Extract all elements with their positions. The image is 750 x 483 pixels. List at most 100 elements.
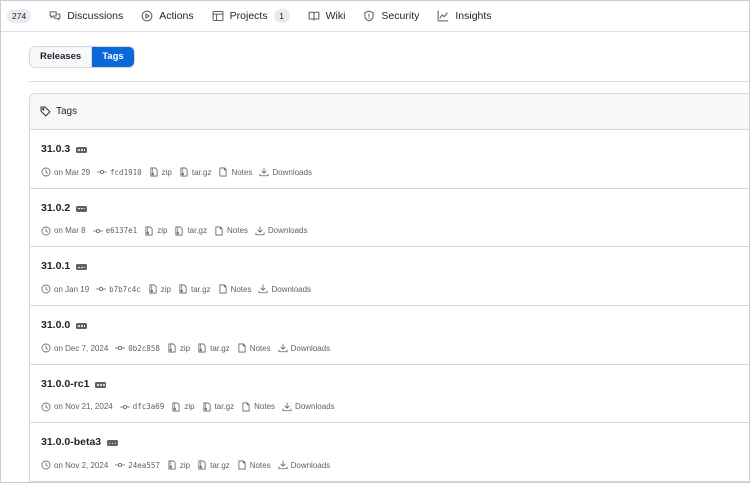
tag-icon	[40, 106, 51, 117]
tag-meta: on Nov 21, 2024 dfc3a69 zip tar.gz Notes…	[41, 402, 342, 412]
notes-link[interactable]: Notes	[218, 284, 252, 294]
targz-download-link[interactable]: tar.gz	[197, 460, 230, 470]
targz-download-link[interactable]: tar.gz	[179, 167, 211, 177]
zip-download-link[interactable]: zip	[167, 460, 190, 470]
targz-download-link[interactable]: tar.gz	[197, 343, 230, 353]
targz-label: tar.gz	[214, 402, 235, 412]
notes-label: Notes	[230, 284, 252, 294]
book-icon	[308, 11, 319, 21]
download-icon	[259, 167, 269, 177]
more-options-button[interactable]	[76, 205, 88, 212]
downloads-link[interactable]: Downloads	[259, 167, 312, 177]
download-icon	[255, 226, 265, 235]
nav-label: Actions	[159, 10, 194, 22]
downloads-link[interactable]: Downloads	[278, 460, 330, 470]
tag-title: 31.0.0-beta3	[41, 436, 119, 448]
tag-meta: on Dec 7, 2024 0b2c858 zip tar.gz Notes …	[41, 343, 337, 353]
file-zip-icon	[198, 343, 206, 353]
tag-title: 31.0.0	[41, 319, 88, 331]
notes-link[interactable]: Notes	[214, 226, 248, 236]
nav-label: Wiki	[325, 10, 346, 22]
zip-download-link[interactable]: zip	[144, 226, 167, 236]
tag-name-link[interactable]: 31.0.0-beta3	[41, 436, 101, 448]
targz-download-link[interactable]: tar.gz	[202, 402, 235, 412]
notes-link[interactable]: Notes	[241, 402, 275, 412]
tag-date: on Nov 2, 2024	[41, 460, 108, 470]
tag-commit-link[interactable]: b7b7c4c	[96, 284, 141, 294]
notes-link[interactable]: Notes	[237, 343, 271, 353]
tag-name-link[interactable]: 31.0.2	[41, 202, 70, 214]
tag-commit-link[interactable]: 0b2c858	[115, 343, 160, 353]
notes-link[interactable]: Notes	[218, 167, 252, 177]
zip-download-link[interactable]: zip	[171, 402, 195, 412]
more-options-button[interactable]	[76, 264, 88, 271]
zip-download-link[interactable]: zip	[167, 343, 190, 353]
targz-download-link[interactable]: tar.gz	[174, 226, 207, 236]
file-zip-icon	[145, 226, 153, 236]
tag-meta: on Mar 29 fcd1910 zip tar.gz Notes Downl…	[41, 167, 319, 177]
more-options-button[interactable]	[107, 440, 119, 447]
nav-label: Projects	[229, 10, 268, 22]
notes-label: Notes	[231, 167, 253, 177]
clock-icon	[41, 226, 51, 236]
tag-date: on Mar 29	[41, 167, 90, 177]
downloads-link[interactable]: Downloads	[278, 343, 331, 353]
tag-commit-link[interactable]: dfc3a69	[119, 402, 164, 412]
tags-box-header: Tags	[30, 94, 749, 130]
downloads-link[interactable]: Downloads	[255, 226, 307, 236]
tag-date: on Jan 19	[41, 284, 89, 294]
tags-tab[interactable]: Tags	[91, 47, 134, 67]
notes-label: Notes	[227, 226, 248, 236]
zip-label: zip	[160, 284, 171, 294]
more-options-button[interactable]	[76, 323, 88, 330]
tag-name-link[interactable]: 31.0.0	[41, 319, 70, 331]
targz-download-link[interactable]: tar.gz	[178, 284, 211, 294]
notes-label: Notes	[249, 343, 271, 353]
nav-item-insights[interactable]: Insights	[428, 1, 500, 32]
download-icon	[278, 460, 288, 470]
downloads-link[interactable]: Downloads	[258, 284, 311, 294]
download-icon	[282, 402, 292, 411]
zip-download-link[interactable]: zip	[148, 284, 171, 294]
git-commit-icon	[92, 228, 103, 233]
tag-meta: on Nov 2, 2024 24ea557 zip tar.gz Notes …	[41, 460, 337, 470]
tag-commit-link[interactable]: 24ea557	[115, 460, 160, 470]
nav-item-wiki[interactable]: Wiki	[299, 1, 355, 32]
file-zip-icon	[150, 167, 158, 177]
tag-date: on Mar 8	[41, 226, 86, 236]
tag-name-link[interactable]: 31.0.0-rc1	[41, 378, 89, 390]
tag-row: 31.0.2 on Mar 8 e6137e1 zip tar.gz Notes…	[30, 189, 749, 248]
tag-commit-link[interactable]: fcd1910	[97, 167, 142, 177]
file-zip-icon	[203, 402, 211, 412]
tag-meta: on Jan 19 b7b7c4c zip tar.gz Notes Downl…	[41, 284, 318, 294]
nav-item-security[interactable]: Security	[354, 1, 428, 32]
tag-commit-sha: 0b2c858	[128, 343, 160, 353]
nav-label: Insights	[455, 10, 492, 22]
file-icon	[238, 343, 246, 353]
tag-row: 31.0.0-rc1 on Nov 21, 2024 dfc3a69 zip t…	[30, 365, 749, 424]
tag-row: 31.0.1 on Jan 19 b7b7c4c zip tar.gz Note…	[30, 247, 749, 307]
notes-link[interactable]: Notes	[237, 460, 271, 470]
downloads-label: Downloads	[290, 343, 331, 353]
tag-name-link[interactable]: 31.0.1	[41, 260, 70, 272]
nav-item-projects[interactable]: Projects 1	[203, 1, 299, 32]
nav-label: Security	[381, 10, 420, 22]
nav-item-pull-requests-count[interactable]: 274	[1, 1, 40, 32]
repo-nav: 274 Discussions Actions Projects 1 Wiki …	[1, 1, 749, 32]
tag-row: 31.0.3 on Mar 29 fcd1910 zip tar.gz Note…	[30, 130, 749, 189]
zip-label: zip	[179, 460, 191, 470]
more-options-button[interactable]	[95, 381, 107, 388]
downloads-label: Downloads	[272, 167, 312, 177]
downloads-link[interactable]: Downloads	[282, 402, 335, 412]
nav-item-discussions[interactable]: Discussions	[40, 1, 132, 32]
tag-title: 31.0.0-rc1	[41, 378, 107, 390]
nav-counter: 1	[273, 9, 290, 23]
clock-icon	[41, 343, 51, 353]
nav-item-actions[interactable]: Actions	[132, 1, 202, 32]
tag-meta: on Mar 8 e6137e1 zip tar.gz Notes Downlo…	[41, 226, 314, 236]
tag-name-link[interactable]: 31.0.3	[41, 143, 70, 155]
releases-tab[interactable]: Releases	[30, 47, 92, 67]
tag-commit-link[interactable]: e6137e1	[92, 226, 137, 236]
zip-download-link[interactable]: zip	[149, 167, 172, 177]
more-options-button[interactable]	[76, 147, 88, 153]
